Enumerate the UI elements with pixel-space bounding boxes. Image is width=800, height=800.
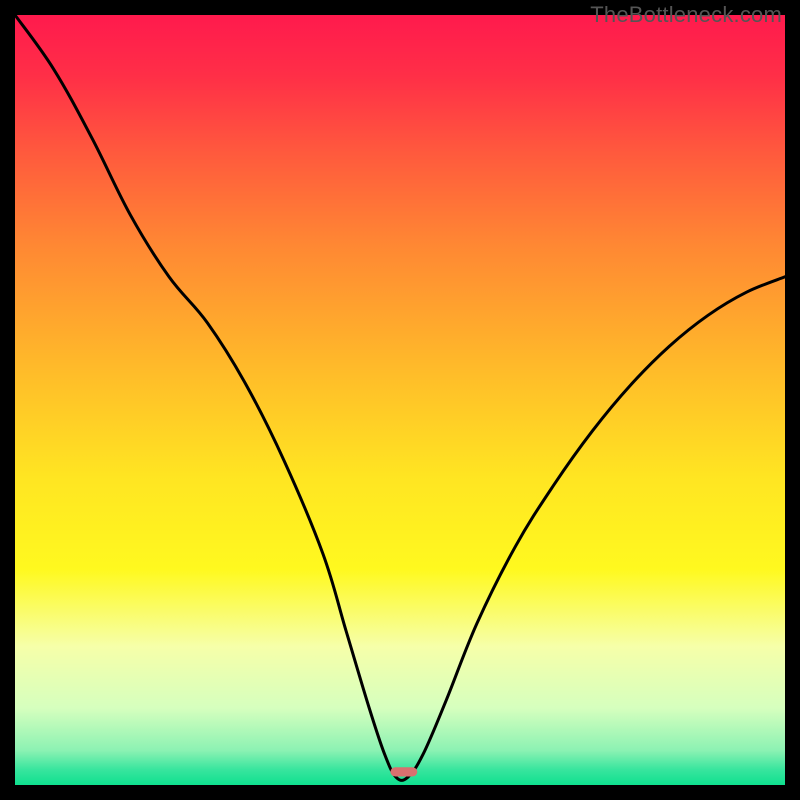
optimal-marker [390, 767, 417, 776]
plot-area [15, 15, 785, 785]
watermark-text: TheBottleneck.com [590, 2, 782, 28]
gradient-background [15, 15, 785, 785]
chart-frame: TheBottleneck.com [0, 0, 800, 800]
chart-canvas [15, 15, 785, 785]
